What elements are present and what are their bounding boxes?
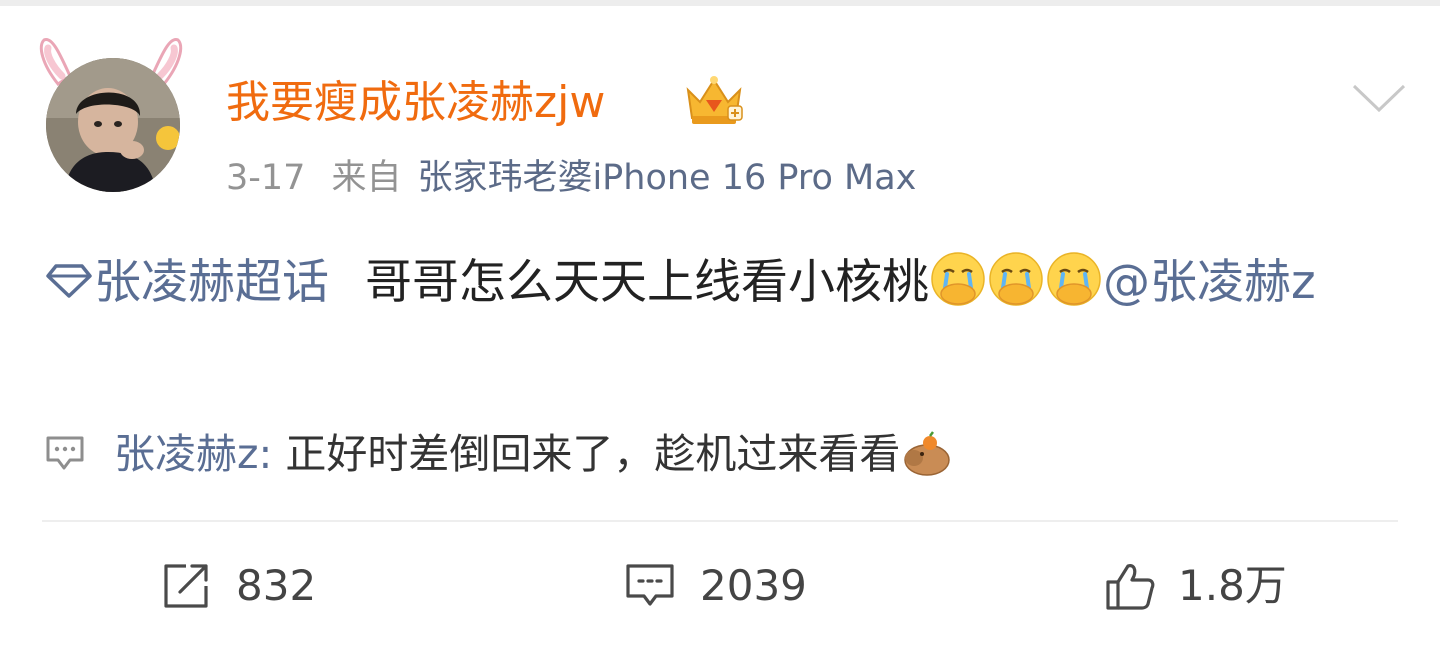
- comment-bubble-icon: [46, 436, 84, 470]
- source-prefix: 来自: [331, 158, 402, 198]
- mention-link[interactable]: @张凌赫z: [1103, 255, 1316, 310]
- repost-count: 832: [236, 561, 317, 610]
- post-source[interactable]: 张家玮老婆iPhone 16 Pro Max: [417, 158, 916, 198]
- crying-covering-mouth-emoji-icon: [989, 252, 1043, 306]
- post-card: 我要瘦成张凌赫zjw 3-17 来自 张家玮老婆iPhone 16 Pro Max …: [0, 6, 1440, 648]
- repost-button[interactable]: 832: [160, 558, 316, 614]
- repost-icon: [164, 564, 208, 608]
- comment-count: 2039: [700, 561, 807, 610]
- comment-icon: [626, 564, 674, 606]
- like-button[interactable]: 1.8万: [1104, 558, 1287, 614]
- featured-comment[interactable]: 张凌赫z: 正好时差倒回来了，趁机过来看看: [114, 428, 952, 480]
- comment-text: 正好时差倒回来了，趁机过来看看: [272, 430, 901, 478]
- post-date: 3-17: [226, 158, 306, 198]
- crown-badge-icon[interactable]: [682, 72, 746, 128]
- post-meta: 3-17 来自 张家玮老婆iPhone 16 Pro Max: [226, 156, 916, 200]
- like-count: 1.8万: [1178, 561, 1287, 610]
- avatar-photo: [46, 58, 180, 192]
- topic-link[interactable]: 张凌赫超话: [44, 255, 329, 310]
- crying-covering-mouth-emoji-icon: [931, 252, 985, 306]
- topic-label: 张凌赫超话: [94, 255, 329, 310]
- avatar[interactable]: [34, 34, 194, 202]
- diamond-topic-icon: [46, 264, 92, 298]
- comment-button[interactable]: 2039: [624, 558, 807, 614]
- chevron-down-icon[interactable]: [1350, 80, 1408, 116]
- author-name[interactable]: 我要瘦成张凌赫zjw: [226, 76, 605, 130]
- comment-author[interactable]: 张凌赫z:: [114, 430, 272, 478]
- post-body: 哥哥怎么天天上线看小核桃: [365, 255, 929, 310]
- crying-covering-mouth-emoji-icon: [1047, 252, 1101, 306]
- post-text: 张凌赫超话 哥哥怎么天天上线看小核桃 @张凌赫z: [44, 240, 1400, 326]
- thumbs-up-icon: [1106, 564, 1155, 610]
- divider: [42, 520, 1398, 522]
- capybara-emoji-icon: [904, 431, 951, 476]
